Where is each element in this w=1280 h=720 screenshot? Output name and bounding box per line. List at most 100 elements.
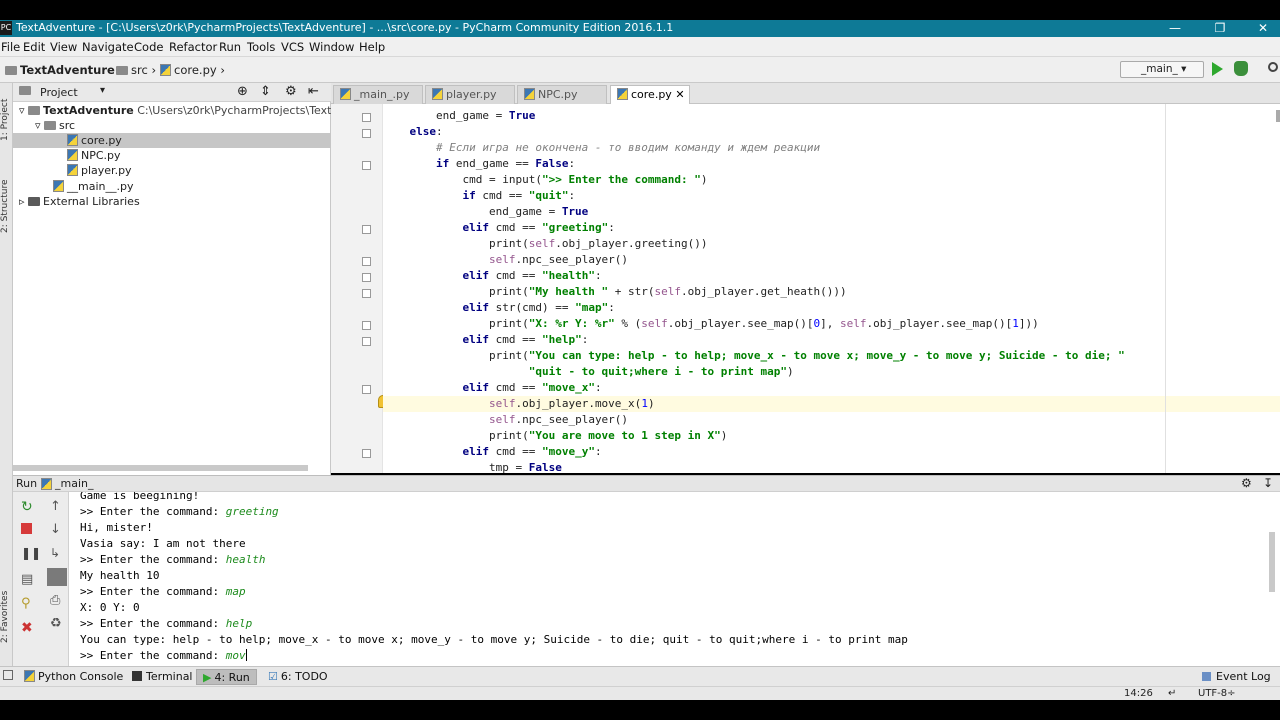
breadcrumb-file[interactable]: core.py › xyxy=(160,63,225,77)
tree-item-npc[interactable]: NPC.py xyxy=(67,148,121,163)
menu-edit[interactable]: Edit xyxy=(23,40,45,54)
run-config-tab[interactable]: _main_ xyxy=(55,477,93,490)
arrow-up-icon[interactable]: ↑ xyxy=(50,499,64,514)
tab-favorites[interactable]: 2: Favorites xyxy=(0,583,13,651)
todo-icon: ☑ xyxy=(268,670,278,683)
menu-view[interactable]: View xyxy=(50,40,77,54)
tool-run[interactable]: ▶ 4: Run xyxy=(196,669,257,685)
fold-marker-icon[interactable] xyxy=(362,161,371,170)
scroll-to-end-icon[interactable] xyxy=(47,568,67,586)
gear-icon[interactable]: ⚙ xyxy=(285,84,297,99)
tree-item-player[interactable]: player.py xyxy=(67,163,132,178)
fold-marker-icon[interactable] xyxy=(362,289,371,298)
run-icon[interactable] xyxy=(1212,62,1223,76)
console-line: >> Enter the command: map xyxy=(80,584,246,600)
tree-item-core[interactable]: core.py xyxy=(13,133,331,148)
menu-help[interactable]: Help xyxy=(359,40,385,54)
fold-marker-icon[interactable] xyxy=(362,225,371,234)
menu-tools[interactable]: Tools xyxy=(247,40,275,54)
run-config-select[interactable]: _main_ ▾ xyxy=(1120,61,1204,78)
console-user-input: greeting xyxy=(225,505,279,518)
close-tab-icon[interactable]: ✕ xyxy=(675,88,684,101)
tree-item-external-libraries[interactable]: ▹ External Libraries xyxy=(19,194,140,209)
close-icon[interactable]: ✕ xyxy=(1248,20,1278,37)
left-tool-strip: 1: Project 2: Structure 2: Favorites xyxy=(0,83,13,666)
menu-vcs[interactable]: VCS xyxy=(281,40,304,54)
search-everywhere-icon[interactable] xyxy=(1268,62,1278,72)
breadcrumb-project[interactable]: TextAdventure › xyxy=(5,63,124,77)
code-line: print("You can type: help - to help; mov… xyxy=(383,349,1125,362)
line-separator[interactable]: ↵ xyxy=(1168,688,1176,699)
scroll-from-source-icon[interactable]: ⊕ xyxy=(237,84,248,99)
pin-icon[interactable]: ⚲ xyxy=(21,596,35,611)
code-editor[interactable]: end_game = True else: # Если игра не око… xyxy=(383,104,1280,473)
menu-refactor[interactable]: Refactor xyxy=(169,40,217,54)
rerun-icon[interactable]: ↻ xyxy=(21,499,35,515)
chevron-down-icon[interactable]: ▾ xyxy=(100,85,105,96)
close-icon[interactable]: ✖ xyxy=(21,620,35,636)
hide-panel-icon[interactable]: ⇤ xyxy=(308,84,319,99)
tree-item-root[interactable]: ▿ TextAdventure C:\Users\z0rk\PycharmPro… xyxy=(19,103,364,118)
fold-marker-icon[interactable] xyxy=(362,385,371,394)
horizontal-scrollbar[interactable] xyxy=(13,465,308,471)
breadcrumb-src[interactable]: src › xyxy=(116,63,156,77)
folder-icon xyxy=(19,86,31,95)
tab-project[interactable]: 1: Project xyxy=(0,91,13,149)
trash-icon[interactable]: ♻ xyxy=(50,616,64,631)
tool-python-console[interactable]: Python Console xyxy=(18,669,129,685)
code-line: self.obj_player.move_x(1) xyxy=(488,397,655,410)
console-line: My health 10 xyxy=(80,568,159,584)
hide-panel-icon[interactable]: ↧ xyxy=(1263,476,1273,490)
code-line: self.npc_see_player() xyxy=(488,253,629,266)
layout-icon[interactable]: ▤ xyxy=(21,572,35,587)
tab-player-py[interactable]: player.py xyxy=(425,85,515,104)
console-output-text: Game is beegining! xyxy=(80,492,200,502)
console-line: >> Enter the command: health xyxy=(80,552,265,568)
tool-run-label: 4: Run xyxy=(214,671,250,684)
fold-marker-icon[interactable] xyxy=(362,337,371,346)
arrow-down-icon[interactable]: ↓ xyxy=(50,522,64,537)
fold-marker-icon[interactable] xyxy=(362,113,371,122)
editor-tab-bar: _main_.py player.py NPC.py core.py ✕ xyxy=(331,83,1280,104)
tool-terminal[interactable]: Terminal xyxy=(126,669,199,685)
menu-run[interactable]: Run xyxy=(219,40,241,54)
fold-marker-icon[interactable] xyxy=(362,273,371,282)
tree-src-label: src xyxy=(59,119,76,132)
soft-wrap-icon[interactable]: ↳ xyxy=(50,546,64,560)
menu-window[interactable]: Window xyxy=(309,40,354,54)
fold-marker-icon[interactable] xyxy=(362,257,371,266)
python-file-icon xyxy=(340,88,351,100)
tree-item-main[interactable]: __main__.py xyxy=(53,179,133,194)
tab-main-py[interactable]: _main_.py xyxy=(333,85,423,104)
print-icon[interactable]: ⎙ xyxy=(50,593,64,608)
tab-npc-py[interactable]: NPC.py xyxy=(517,85,607,104)
menu-navigate[interactable]: Navigate xyxy=(82,40,134,54)
console-scrollbar[interactable] xyxy=(1269,532,1275,592)
menu-file[interactable]: File xyxy=(1,40,20,54)
fold-marker-icon[interactable] xyxy=(362,129,371,138)
caret-position[interactable]: 14:26 xyxy=(1124,688,1153,699)
collapse-all-icon[interactable]: ⇕ xyxy=(260,84,271,99)
toggle-tool-windows-icon[interactable] xyxy=(3,670,13,680)
pause-icon[interactable]: ❚❚ xyxy=(21,546,41,560)
file-encoding[interactable]: UTF-8÷ xyxy=(1198,688,1236,699)
tab-core-py[interactable]: core.py ✕ xyxy=(610,85,690,104)
fold-marker-icon[interactable] xyxy=(362,321,371,330)
menu-code[interactable]: Code xyxy=(134,40,163,54)
tool-event-log[interactable]: Event Log xyxy=(1196,669,1277,685)
tree-item-src[interactable]: ▿ src xyxy=(35,118,75,133)
code-line: cmd = input(">> Enter the command: ") xyxy=(383,173,708,186)
maximize-icon[interactable]: ❐ xyxy=(1205,20,1235,37)
navigation-bar: TextAdventure › src › core.py › _main_ ▾ xyxy=(0,57,1280,83)
collapse-icon: ▿ xyxy=(19,104,25,117)
gear-icon[interactable]: ⚙ xyxy=(1241,476,1252,490)
tree-core-label: core.py xyxy=(81,134,122,147)
stop-icon[interactable] xyxy=(21,523,32,534)
run-console[interactable]: Game is beegining! >> Enter the command: … xyxy=(69,492,1280,666)
project-view-select[interactable]: Project xyxy=(40,86,78,99)
fold-marker-icon[interactable] xyxy=(362,449,371,458)
tool-todo[interactable]: ☑ 6: TODO xyxy=(262,669,334,685)
debug-icon[interactable] xyxy=(1234,61,1248,76)
minimize-icon[interactable]: — xyxy=(1160,20,1190,37)
tab-structure[interactable]: 2: Structure xyxy=(0,171,13,241)
